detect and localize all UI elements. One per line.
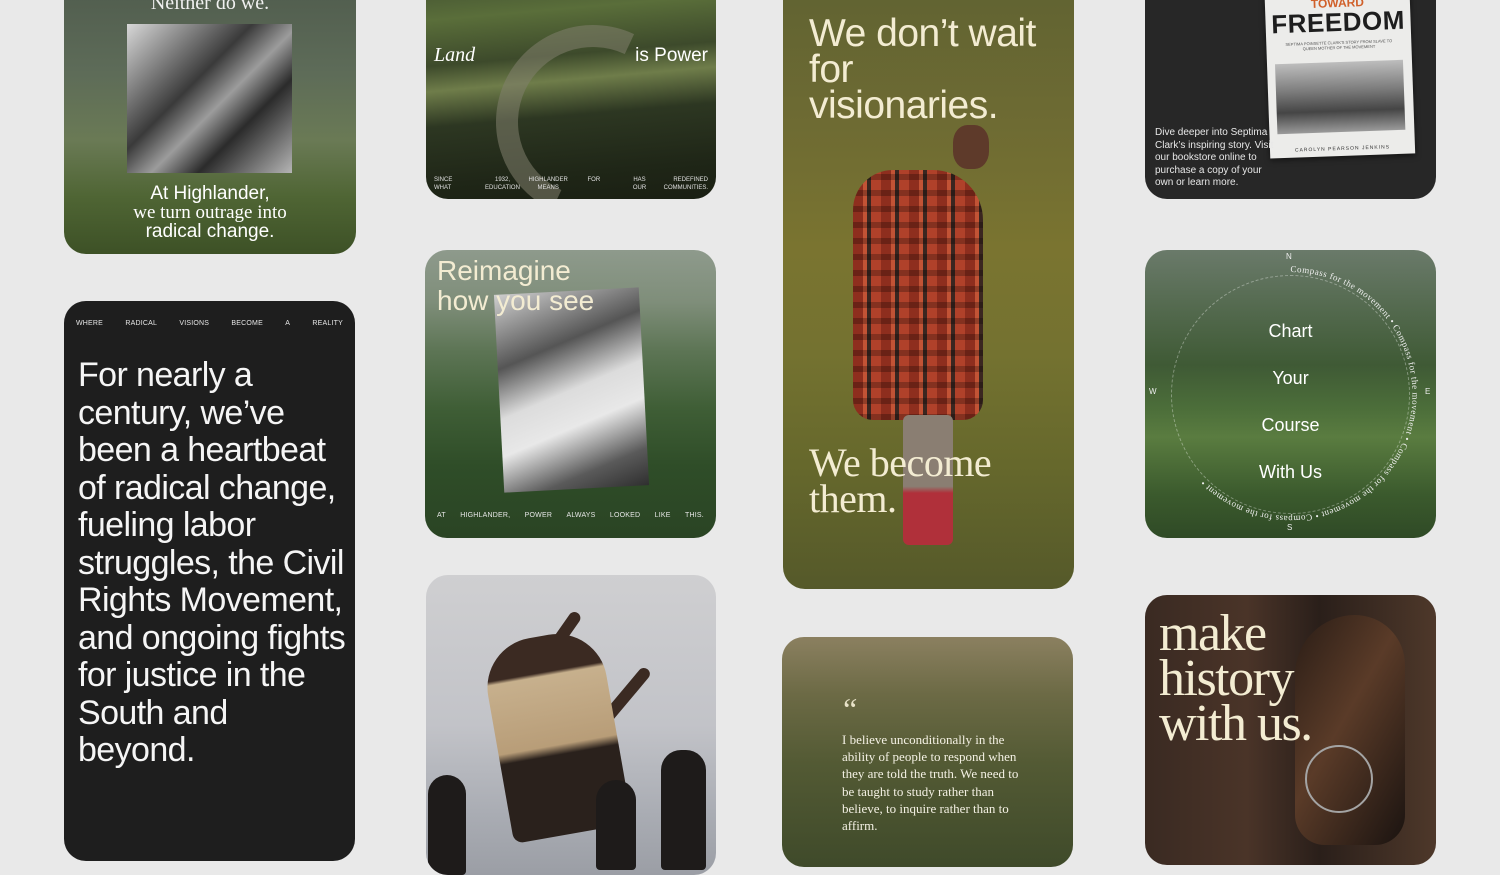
ticker-word: HIGHLANDER	[528, 177, 568, 183]
card1-top-text: Neither do we.	[150, 0, 270, 14]
ticker-word: REDEFINED	[673, 177, 708, 183]
compass-line: Chart	[1268, 321, 1313, 341]
ticker-word: BECOME	[231, 320, 263, 327]
ticker-word: 1932,	[494, 177, 510, 183]
plaid-coat-figure	[853, 170, 983, 420]
caption-line: At Highlander,	[150, 183, 270, 204]
compass-line: With Us	[1259, 462, 1322, 482]
ticker-column: HAS OUR	[617, 176, 663, 192]
book-subtitle: SEPTIMA POINSETTE CLARK'S STORY FROM SLA…	[1285, 38, 1393, 52]
ticker-word: WHAT	[434, 185, 452, 191]
compass-line: Course	[1261, 415, 1320, 435]
figure-head	[953, 125, 989, 169]
ticker-word: HIGHLANDER,	[460, 512, 511, 519]
ticker-word: RADICAL	[125, 320, 158, 327]
quote-mark-icon: “	[840, 691, 858, 727]
caption-line: we turn outrage into	[133, 202, 287, 223]
card-visionaries[interactable]: We don’t wait for visionaries. We become…	[783, 0, 1074, 589]
make-history-headline: make history with us.	[1159, 605, 1313, 752]
ticker-word: COMMUNITIES.	[663, 185, 708, 191]
person-silhouette	[661, 750, 706, 870]
caption-line: radical change.	[145, 221, 275, 242]
heartbeat-body: For nearly a century, we’ve been a heart…	[78, 356, 346, 769]
compass-n: N	[1286, 252, 1292, 261]
ticker-word: FOR	[587, 177, 601, 183]
power-label: is Power	[635, 45, 708, 66]
ticker-column: REDEFINED COMMUNITIES.	[662, 176, 708, 192]
ticker-word: VISIONS	[179, 320, 210, 327]
ticker-word: POWER	[524, 512, 553, 519]
card6-ticker: AT HIGHLANDER, POWER ALWAYS LOOKED LIKE THIS.	[437, 512, 704, 519]
land-label: Land	[434, 44, 476, 66]
visionaries-headline: We don’t wait for visionaries.	[809, 12, 1036, 127]
ticker-word: REALITY	[312, 320, 343, 327]
card-compass[interactable]: Compass for the movement • Compass for t…	[1145, 250, 1436, 538]
ticker-word: A	[285, 320, 291, 327]
bookstore-blurb: Dive deeper into Septima Clark’s inspiri…	[1155, 127, 1274, 189]
card-outrage[interactable]: Neither do we. At Highlander, we turn ou…	[64, 0, 356, 254]
dirt-road-image	[468, 0, 716, 199]
book-author: CAROLYN PEARSON JENKINS	[1294, 144, 1391, 154]
compass-line: Your	[1272, 368, 1309, 388]
card-quote[interactable]: “ I believe unconditionally in the abili…	[782, 637, 1073, 867]
reimagine-headline: Reimagine how you see	[437, 256, 594, 316]
become-them-subhead: We become them.	[809, 440, 992, 521]
ticker-word: OUR	[632, 185, 647, 191]
ticker-word: HAS	[633, 177, 646, 183]
headline-line: how you see	[437, 285, 595, 316]
ticker-column: FOR	[571, 176, 617, 192]
ticker-word: EDUCATION	[485, 185, 520, 191]
card-reimagine[interactable]: Reimagine how you see AT HIGHLANDER, POWER…	[425, 250, 716, 538]
card5-ticker: WHERE RADICAL VISIONS BECOME A REALITY	[76, 320, 343, 327]
ticker-column: 1932, EDUCATION	[480, 176, 526, 192]
ticker-column: HIGHLANDER MEANS	[525, 176, 571, 192]
ticker-word: SINCE	[434, 177, 453, 183]
hoop-earring	[1305, 745, 1373, 813]
quote-text: I believe unconditionally in the ability…	[842, 732, 1019, 834]
person-silhouette	[428, 775, 466, 875]
ticker-word: LOOKED	[609, 512, 641, 519]
card-bookstore[interactable]: TOWARD FREEDOM SEPTIMA POINSETTE CLARK'S…	[1145, 0, 1436, 199]
compass-lines: Chart Your Course With Us	[1145, 308, 1436, 496]
ticker-column: SINCE WHAT	[434, 176, 480, 192]
ticker-word: THIS.	[685, 512, 704, 519]
lunch-counter-photo	[127, 24, 292, 173]
card-dancer[interactable]	[426, 575, 716, 875]
book-title: FREEDOM	[1270, 4, 1406, 40]
ticker-word: MEANS	[537, 185, 559, 191]
ticker-word: WHERE	[76, 320, 104, 327]
person-silhouette	[596, 780, 636, 870]
ticker-word: AT	[437, 512, 446, 519]
compass-s: S	[1287, 523, 1293, 532]
ticker-word: LIKE	[654, 512, 671, 519]
card-heartbeat[interactable]: WHERE RADICAL VISIONS BECOME A REALITY For ne…	[64, 301, 355, 861]
book-cover-photo	[1275, 59, 1406, 135]
headline-line: Reimagine	[437, 255, 571, 286]
smiling-man-photo	[493, 287, 650, 493]
card1-caption: At Highlander, we turn outrage into radi…	[64, 184, 356, 241]
card-make-history[interactable]: make history with us.	[1145, 595, 1436, 865]
ticker-word	[571, 184, 617, 192]
card2-ticker: SINCE WHAT 1932, EDUCATION HIGHLANDER MEANS FO…	[434, 176, 708, 192]
card-land-is-power[interactable]: Land is Power SINCE WHAT 1932, EDUCATION HIG…	[426, 0, 716, 199]
toward-freedom-book-cover[interactable]: TOWARD FREEDOM SEPTIMA POINSETTE CLARK'S…	[1263, 0, 1416, 159]
ticker-word: ALWAYS	[566, 512, 596, 519]
